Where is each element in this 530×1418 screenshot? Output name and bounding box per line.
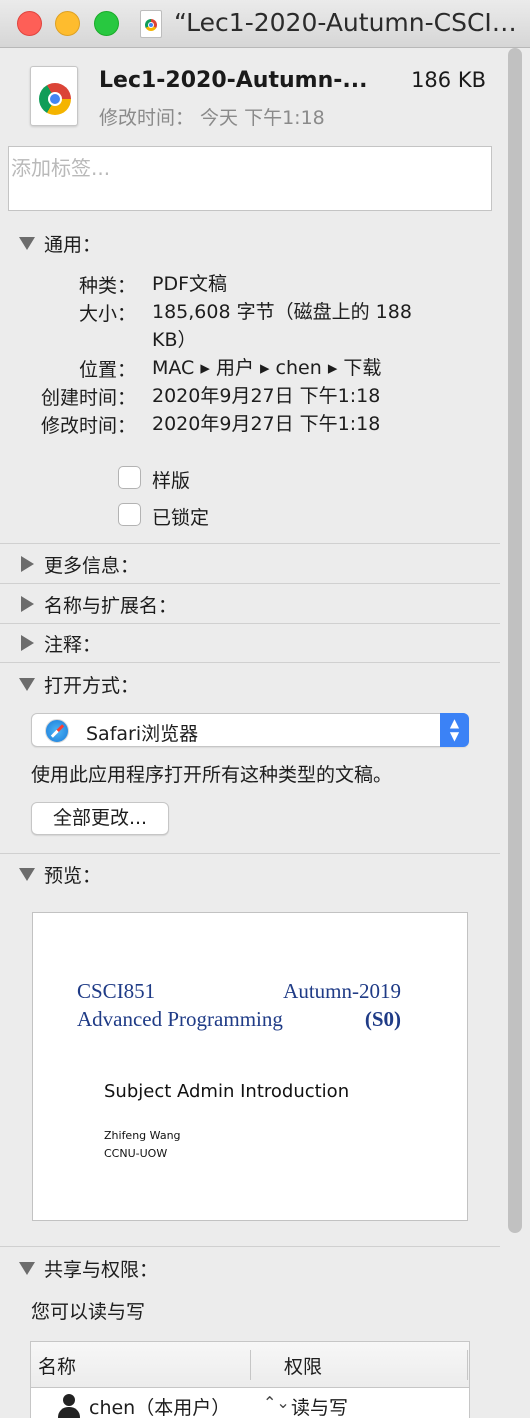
preview-section: (S0) (364, 1007, 401, 1031)
disclosure-right-icon (21, 635, 34, 651)
size-label: 大小： (78, 303, 136, 325)
open-with-select[interactable]: Safari浏览器 ▲ ▼ (31, 713, 469, 747)
where-value: MAC ▸ 用户 ▸ chen ▸ 下载 (152, 357, 382, 379)
column-name-header[interactable]: 名称 (38, 1352, 76, 1379)
info-panel: Lec1-2020-Autumn-... 186 KB 修改时间： 今天 下午1… (0, 48, 530, 1418)
divider (0, 583, 500, 584)
open-with-app: Safari浏览器 (86, 723, 199, 745)
section-comments-label: 注释： (44, 634, 102, 656)
divider (0, 1246, 500, 1247)
divider (0, 853, 500, 854)
section-sharing[interactable]: 共享与权限： (0, 1249, 500, 1287)
preview-term: Autumn-2019 (283, 979, 401, 1003)
file-name: Lec1-2020-Autumn-... (99, 68, 368, 93)
section-comments[interactable]: 注释： (0, 624, 500, 662)
preview-org: CCNU-UOW (104, 1147, 168, 1160)
preview-subject: Subject Admin Introduction (104, 1081, 350, 1102)
change-all-button[interactable]: 全部更改... (31, 802, 169, 835)
close-button[interactable] (17, 11, 42, 36)
vertical-scrollbar[interactable] (508, 48, 522, 1233)
tags-input[interactable]: 添加标签... (8, 146, 492, 211)
zoom-button[interactable] (94, 11, 119, 36)
divider (0, 543, 500, 544)
preview-author: Zhifeng Wang (104, 1129, 181, 1142)
user-name: chen（本用户） (89, 1397, 231, 1418)
section-name-extension[interactable]: 名称与扩展名： (0, 585, 500, 623)
file-modified: 修改时间： 今天 下午1:18 (99, 107, 325, 129)
permissions-table: 名称 权限 chen（本用户） ⌃⌄ 读与写 (30, 1341, 470, 1418)
section-more-info[interactable]: 更多信息： (0, 545, 500, 583)
divider (0, 662, 500, 663)
file-size: 186 KB (411, 68, 486, 92)
table-header: 名称 权限 (31, 1342, 469, 1388)
table-row[interactable]: chen（本用户） ⌃⌄ 读与写 (31, 1388, 469, 1418)
preview-course: CSCI851 (77, 979, 156, 1003)
user-icon (56, 1394, 82, 1418)
created-value: 2020年9月27日 下午1:18 (152, 385, 381, 407)
section-open-with[interactable]: 打开方式： (0, 665, 500, 703)
section-sharing-label: 共享与权限： (44, 1259, 159, 1281)
column-separator[interactable] (467, 1350, 468, 1380)
column-privilege-header[interactable]: 权限 (284, 1352, 322, 1379)
section-more-info-label: 更多信息： (44, 555, 140, 577)
disclosure-down-icon (19, 237, 35, 250)
open-with-note: 使用此应用程序打开所有这种类型的文稿。 (31, 764, 393, 786)
disclosure-down-icon (19, 868, 35, 881)
stationery-checkbox[interactable] (118, 466, 141, 489)
preview-course-name: Advanced Programming (77, 1007, 283, 1031)
where-label: 位置： (78, 359, 136, 381)
section-name-extension-label: 名称与扩展名： (44, 595, 178, 617)
section-open-with-label: 打开方式： (44, 675, 140, 697)
chevron-updown-icon[interactable]: ⌃⌄ (263, 1393, 290, 1412)
minimize-button[interactable] (55, 11, 80, 36)
modified-value: 2020年9月27日 下午1:18 (152, 413, 381, 435)
disclosure-right-icon (21, 596, 34, 612)
column-separator[interactable] (250, 1350, 251, 1380)
document-preview: CSCI851 Autumn-2019 Advanced Programming… (32, 912, 468, 1221)
chrome-pdf-icon (30, 66, 78, 126)
preview-author-block: Zhifeng Wang CCNU-UOW (104, 1127, 181, 1163)
section-preview[interactable]: 预览： (0, 855, 500, 893)
modified-label: 修改时间： (40, 415, 136, 437)
locked-label: 已锁定 (152, 507, 210, 529)
window-title: “Lec1-2020-Autumn-CSCI… (174, 8, 517, 37)
disclosure-down-icon (19, 678, 35, 691)
disclosure-right-icon (21, 556, 34, 572)
section-general[interactable]: 通用： (0, 224, 500, 262)
kind-value: PDF文稿 (152, 273, 228, 295)
created-label: 创建时间： (40, 387, 136, 409)
kind-label: 种类： (78, 275, 136, 297)
size-value: 185,608 字节（磁盘上的 188 KB） (152, 301, 412, 351)
section-preview-label: 预览： (44, 865, 102, 887)
stationery-label: 样版 (152, 470, 191, 492)
privilege-value[interactable]: 读与写 (291, 1393, 348, 1418)
sharing-note: 您可以读与写 (31, 1301, 146, 1323)
title-bar: “Lec1-2020-Autumn-CSCI… (0, 0, 530, 48)
disclosure-down-icon (19, 1262, 35, 1275)
locked-checkbox[interactable] (118, 503, 141, 526)
document-proxy-icon[interactable] (140, 10, 162, 38)
section-general-label: 通用： (44, 234, 102, 256)
safari-icon (45, 719, 69, 743)
chevron-updown-icon: ▲ ▼ (440, 713, 469, 747)
